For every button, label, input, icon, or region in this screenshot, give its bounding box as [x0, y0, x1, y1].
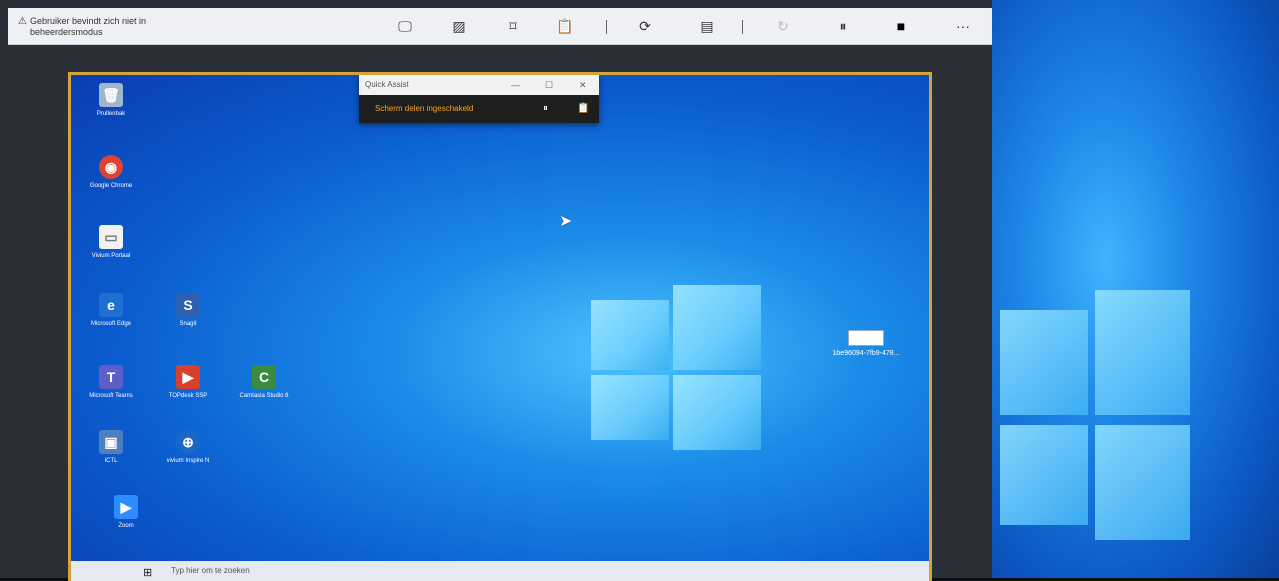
pause-icon[interactable]: ⏸	[832, 16, 854, 36]
desktop-icon-recycle-bin[interactable]: 🗑 Prullenbak	[76, 83, 146, 117]
camtasia-icon: C	[252, 365, 276, 389]
stop-icon[interactable]: ■	[890, 16, 912, 36]
clipboard-icon[interactable]: 📋	[554, 16, 576, 36]
quick-assist-title: Quick Assist	[365, 80, 409, 89]
desktop-icon-ictl[interactable]: ▣ ICTL	[76, 430, 146, 464]
teams-icon: T	[99, 365, 123, 389]
windows-logo-icon	[591, 285, 761, 450]
desktop-icon-edge[interactable]: e Microsoft Edge	[76, 293, 146, 327]
desktop-icon-camtasia[interactable]: C Camtasia Studio 8	[229, 365, 299, 399]
windows-start-icon[interactable]: ⊞	[143, 566, 152, 579]
desktop-icon-vivium-portaal[interactable]: ▭ Vivium Portaal	[76, 225, 146, 259]
vivium-portal-icon: ▭	[99, 225, 123, 249]
snagit-icon: S	[176, 293, 200, 317]
sharing-status-text: Scherm delen ingeschakeld	[375, 104, 474, 113]
edge-icon: e	[99, 293, 123, 317]
clipboard-icon[interactable]: 📋	[577, 95, 589, 123]
topdesk-icon: ▶	[176, 365, 200, 389]
remote-desktop-view[interactable]: Quick Assist — ☐ ✕ Scherm delen ingescha…	[68, 72, 932, 581]
desktop-icon-label: Camtasia Studio 8	[239, 393, 289, 399]
desktop-icon-topdesk[interactable]: ▶ TOPdesk SSP	[153, 365, 223, 399]
warning-text-line1: Gebruiker bevindt zich niet in	[30, 16, 147, 26]
desktop-file-item[interactable]: 1be96094-7fb9-478...	[816, 330, 916, 357]
windows-logo-icon	[1000, 280, 1190, 540]
toolbar-divider	[742, 20, 743, 34]
reconnect-icon[interactable]: ↻	[772, 16, 794, 36]
desktop-icon-teams[interactable]: T Microsoft Teams	[76, 365, 146, 399]
more-icon[interactable]: ···	[952, 16, 974, 36]
file-thumbnail-icon	[848, 330, 884, 346]
desktop-icon-label: TOPdesk SSP	[168, 393, 208, 399]
maximize-icon[interactable]: ☐	[545, 75, 553, 95]
quick-assist-toolbar: ⚠ Gebruiker bevindt zich niet in beheerd…	[8, 8, 992, 45]
desktop-icon-chrome[interactable]: ◉ Google Chrome	[76, 155, 146, 189]
pause-sharing-icon[interactable]: ⏸	[543, 95, 548, 123]
desktop-icon-label: vivium Inspire N	[166, 458, 210, 464]
desktop-icon-label: ICTL	[104, 458, 118, 464]
monitor-icon[interactable]: 🖵	[394, 16, 416, 36]
annotate-icon[interactable]: ▨	[448, 16, 470, 36]
desktop-icon-label: Microsoft Edge	[90, 321, 132, 327]
close-icon[interactable]: ✕	[579, 75, 587, 95]
taskbar-search-box[interactable]: Typ hier om te zoeken	[171, 566, 250, 575]
chrome-icon: ◉	[99, 155, 123, 179]
desktop-icon-label: Microsoft Teams	[89, 393, 133, 399]
restart-icon[interactable]: ⟳	[634, 16, 656, 36]
quick-assist-titlebar: Quick Assist — ☐ ✕	[359, 75, 599, 95]
warning-icon: ⚠	[18, 16, 27, 27]
desktop-icon-snagit[interactable]: S Snagit	[153, 293, 223, 327]
ictl-icon: ▣	[99, 430, 123, 454]
desktop-icon-label: Zoom	[118, 523, 134, 529]
sharing-status-bar: Scherm delen ingeschakeld ⏸ 📋	[359, 95, 599, 123]
vivium-inspire-icon: ⊕	[176, 430, 200, 454]
admin-warning: ⚠ Gebruiker bevindt zich niet in beheerd…	[18, 16, 147, 38]
fit-screen-icon[interactable]: ⌑	[502, 16, 524, 36]
file-label: 1be96094-7fb9-478...	[832, 350, 900, 357]
desktop-icon-vivium-inspire[interactable]: ⊕ vivium Inspire N	[153, 430, 223, 464]
mouse-cursor-icon: ➤	[559, 213, 573, 230]
desktop-icon-label: Prullenbak	[96, 111, 126, 117]
task-manager-icon[interactable]: ▤	[696, 16, 718, 36]
quick-assist-window: Quick Assist — ☐ ✕ Scherm delen ingescha…	[359, 75, 599, 123]
zoom-icon: ▶	[114, 495, 138, 519]
toolbar-divider	[606, 20, 607, 34]
desktop-icon-zoom[interactable]: ▶ Zoom	[91, 495, 161, 529]
desktop-icon-label: Snagit	[179, 321, 197, 327]
taskbar: ⊞ Typ hier om te zoeken	[71, 561, 929, 581]
minimize-icon[interactable]: —	[511, 75, 520, 95]
warning-text-line2: beheerdersmodus	[30, 27, 103, 37]
desktop-icon-label: Google Chrome	[89, 183, 133, 189]
desktop-icon-label: Vivium Portaal	[91, 253, 131, 259]
recycle-bin-icon: 🗑	[99, 83, 123, 107]
